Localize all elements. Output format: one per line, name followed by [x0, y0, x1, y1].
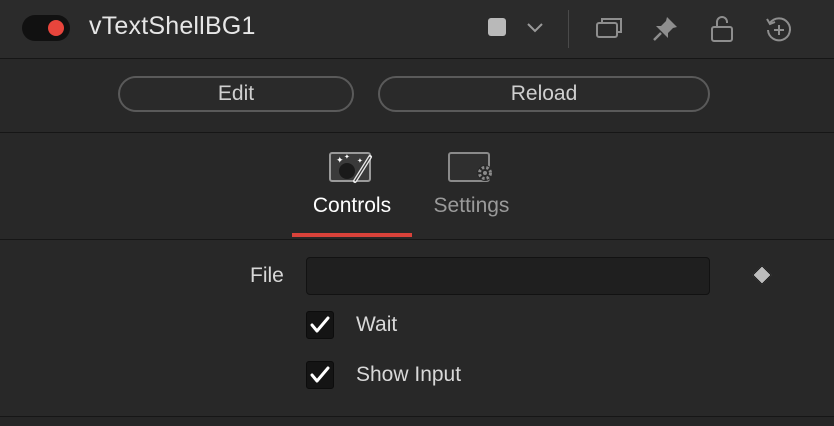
file-input[interactable]: [306, 257, 710, 295]
color-swatch[interactable]: [488, 18, 506, 36]
wait-checkbox-row[interactable]: Wait: [306, 311, 506, 341]
tab-controls-label: Controls: [312, 194, 392, 217]
edit-button[interactable]: Edit: [118, 76, 354, 112]
pin-icon[interactable]: [650, 14, 680, 44]
node-title: vTextShellBG1: [89, 12, 256, 40]
show-input-checkbox[interactable]: [306, 361, 334, 389]
lock-icon[interactable]: [708, 14, 738, 44]
active-tab-indicator: [292, 233, 412, 237]
svg-text:✦: ✦: [336, 156, 344, 166]
reload-button[interactable]: Reload: [378, 76, 710, 112]
reset-icon[interactable]: [764, 14, 794, 44]
toggle-indicator: [48, 20, 64, 36]
show-input-checkbox-row[interactable]: Show Input: [306, 361, 506, 391]
header-divider: [568, 10, 569, 48]
chevron-down-icon[interactable]: [524, 16, 546, 38]
wait-checkbox[interactable]: [306, 311, 334, 339]
action-button-row: Edit Reload: [0, 59, 834, 133]
tab-controls[interactable]: ✦ ✦ ✦ Controls: [292, 149, 412, 218]
checkmark-icon: [310, 366, 330, 383]
inspector-tabs: ✦ ✦ ✦ Controls Settings: [0, 133, 834, 240]
keyframe-diamond-icon[interactable]: [752, 265, 772, 285]
node-enable-toggle[interactable]: [22, 15, 70, 41]
controls-panel: File Wait Show Input: [0, 240, 834, 416]
magic-wand-icon: ✦ ✦ ✦: [329, 152, 372, 183]
panel-footer: [0, 417, 834, 426]
copy-window-icon[interactable]: [594, 14, 624, 44]
tab-settings[interactable]: Settings: [424, 149, 519, 218]
wait-label: Wait: [356, 313, 398, 336]
checkmark-icon: [310, 316, 330, 333]
show-input-label: Show Input: [356, 363, 462, 386]
svg-text:✦: ✦: [344, 153, 350, 161]
tab-settings-label: Settings: [433, 194, 510, 217]
file-label: File: [250, 264, 284, 287]
node-header: vTextShellBG1: [0, 0, 834, 59]
settings-gear-icon: [447, 152, 493, 182]
svg-text:✦: ✦: [357, 157, 363, 165]
